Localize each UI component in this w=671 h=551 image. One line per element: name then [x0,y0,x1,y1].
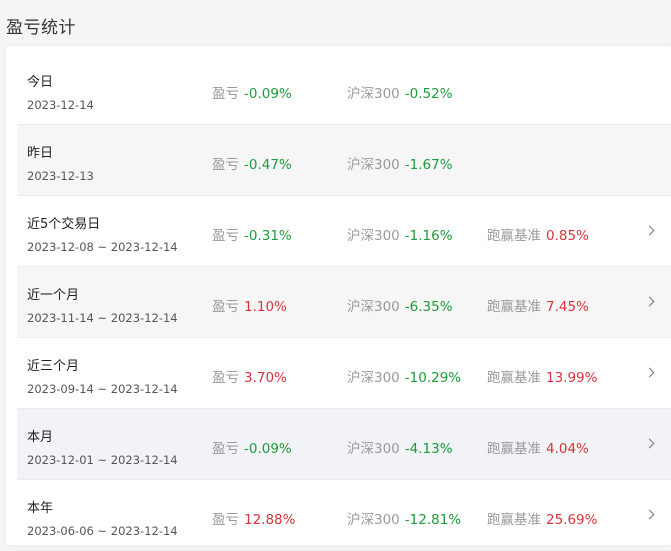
period-name: 本月 [27,430,54,445]
excess-label: 跑赢基准 [487,228,541,244]
period-name: 昨日 [27,146,54,161]
period-date: 2023-12-08 ~ 2023-12-14 [27,240,178,254]
page-title: 盈亏统计 [6,18,76,38]
pnl-metric: 盈亏 -0.09% [212,82,292,102]
excess-metric: 跑赢基准 13.99% [487,366,597,386]
stat-row-5days[interactable]: 近5个交易日 2023-12-08 ~ 2023-12-14 盈亏 -0.31% … [17,196,671,267]
excess-value: 13.99% [546,370,598,386]
period-date: 2023-11-14 ~ 2023-12-14 [27,311,178,325]
excess-value: 7.45% [546,299,589,315]
pnl-label: 盈亏 [212,157,239,173]
index-value: -6.35% [404,299,453,315]
index-value: -1.16% [404,228,453,244]
pnl-label: 盈亏 [212,228,239,244]
period-name: 近5个交易日 [27,217,101,232]
stat-row-yesterday: 昨日 2023-12-13 盈亏 -0.47% 沪深300 -1.67% [17,125,671,196]
index-metric: 沪深300 -1.16% [347,224,453,244]
chevron-right-icon[interactable] [644,296,655,307]
period-name: 近三个月 [27,359,80,374]
period-date: 2023-12-01 ~ 2023-12-14 [27,453,178,467]
excess-metric: 跑赢基准 4.04% [487,437,589,457]
index-value: -12.81% [404,512,462,528]
index-metric: 沪深300 -6.35% [347,295,453,315]
index-label: 沪深300 [347,441,400,457]
pnl-label: 盈亏 [212,299,239,315]
chevron-right-icon[interactable] [644,225,655,236]
period-date: 2023-12-13 [27,169,94,183]
excess-label: 跑赢基准 [487,441,541,457]
excess-metric: 跑赢基准 0.85% [487,224,589,244]
index-metric: 沪深300 -10.29% [347,366,461,386]
excess-label: 跑赢基准 [487,370,541,386]
stat-row-this-month[interactable]: 本月 2023-12-01 ~ 2023-12-14 盈亏 -0.09% 沪深30… [17,409,671,480]
index-label: 沪深300 [347,157,400,173]
pnl-label: 盈亏 [212,441,239,457]
pnl-value: 3.70% [244,370,287,386]
pnl-metric: 盈亏 1.10% [212,295,287,315]
pnl-metric: 盈亏 -0.09% [212,437,292,457]
pnl-value: -0.31% [244,228,292,244]
chevron-right-icon[interactable] [644,509,655,520]
pnl-value: 1.10% [244,299,287,315]
index-value: -1.67% [404,157,453,173]
excess-metric: 跑赢基准 25.69% [487,508,597,528]
stat-row-1month[interactable]: 近一个月 2023-11-14 ~ 2023-12-14 盈亏 1.10% 沪深3… [17,267,671,338]
index-metric: 沪深300 -12.81% [347,508,461,528]
pnl-metric: 盈亏 -0.47% [212,153,292,173]
excess-value: 25.69% [546,512,598,528]
pnl-value: -0.09% [244,441,292,457]
excess-label: 跑赢基准 [487,299,541,315]
pnl-metric: 盈亏 3.70% [212,366,287,386]
pnl-label: 盈亏 [212,370,239,386]
stat-row-today: 今日 2023-12-14 盈亏 -0.09% 沪深300 -0.52% [17,54,671,125]
pnl-value: -0.09% [244,86,292,102]
excess-value: 0.85% [546,228,589,244]
index-label: 沪深300 [347,299,400,315]
pnl-label: 盈亏 [212,86,239,102]
period-name: 近一个月 [27,288,80,303]
pnl-metric: 盈亏 12.88% [212,508,295,528]
chevron-right-icon[interactable] [644,438,655,449]
index-metric: 沪深300 -0.52% [347,82,453,102]
period-name: 本年 [27,501,54,516]
index-label: 沪深300 [347,86,400,102]
pnl-stats-list: 今日 2023-12-14 盈亏 -0.09% 沪深300 -0.52% 昨日 20… [17,54,671,551]
index-value: -10.29% [404,370,462,386]
period-date: 2023-09-14 ~ 2023-12-14 [27,382,178,396]
stat-row-this-year[interactable]: 本年 2023-06-06 ~ 2023-12-14 盈亏 12.88% 沪深30… [17,480,671,551]
excess-metric: 跑赢基准 7.45% [487,295,589,315]
pnl-value: 12.88% [244,512,296,528]
period-name: 今日 [27,75,54,90]
pnl-label: 盈亏 [212,512,239,528]
excess-label: 跑赢基准 [487,512,541,528]
index-metric: 沪深300 -4.13% [347,437,453,457]
period-date: 2023-06-06 ~ 2023-12-14 [27,524,178,538]
pnl-stats-card: 今日 2023-12-14 盈亏 -0.09% 沪深300 -0.52% 昨日 20… [6,46,671,551]
index-label: 沪深300 [347,228,400,244]
chevron-right-icon[interactable] [644,367,655,378]
index-label: 沪深300 [347,512,400,528]
pnl-value: -0.47% [244,157,292,173]
index-value: -4.13% [404,441,453,457]
index-metric: 沪深300 -1.67% [347,153,453,173]
index-value: -0.52% [404,86,453,102]
index-label: 沪深300 [347,370,400,386]
stat-row-3months[interactable]: 近三个月 2023-09-14 ~ 2023-12-14 盈亏 3.70% 沪深3… [17,338,671,409]
period-date: 2023-12-14 [27,98,94,112]
excess-value: 4.04% [546,441,589,457]
pnl-metric: 盈亏 -0.31% [212,224,292,244]
